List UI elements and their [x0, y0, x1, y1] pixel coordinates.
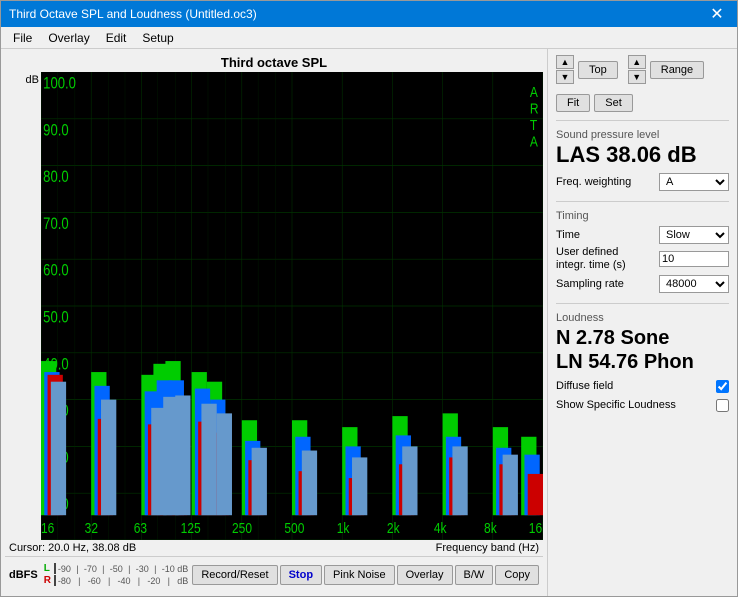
chart-svg: 100.0 90.0 80.0 70.0 60.0 50.0 40.0 30.0…	[41, 72, 543, 540]
spl-section: Sound pressure level LAS 38.06 dB	[556, 129, 729, 167]
svg-text:50.0: 50.0	[43, 309, 68, 327]
svg-text:60.0: 60.0	[43, 262, 68, 280]
range-button[interactable]: Range	[650, 61, 704, 79]
svg-text:A: A	[530, 133, 539, 150]
meter-L-label: L	[44, 563, 52, 574]
divider-2	[556, 201, 729, 202]
nav-controls: ▲ ▼ Top ▲ ▼ Range Fit Set	[556, 55, 729, 112]
svg-text:80.0: 80.0	[43, 169, 68, 187]
freq-label: Frequency band (Hz)	[436, 542, 539, 554]
title-bar: Third Octave SPL and Loudness (Untitled.…	[1, 1, 737, 27]
range-up-button[interactable]: ▲	[628, 55, 646, 69]
overlay-button[interactable]: Overlay	[397, 565, 453, 585]
spl-value: LAS 38.06 dB	[556, 143, 729, 167]
loudness-section-label: Loudness	[556, 312, 729, 324]
menu-bar: File Overlay Edit Setup	[1, 27, 737, 49]
main-window: Third Octave SPL and Loudness (Untitled.…	[0, 0, 738, 597]
svg-text:1k: 1k	[337, 520, 350, 537]
stop-button[interactable]: Stop	[280, 565, 322, 585]
show-specific-label: Show Specific Loudness	[556, 399, 676, 411]
record-reset-button[interactable]: Record/Reset	[192, 565, 277, 585]
menu-file[interactable]: File	[5, 29, 40, 46]
copy-button[interactable]: Copy	[495, 565, 539, 585]
diffuse-field-row: Diffuse field	[556, 380, 729, 393]
spl-section-label: Sound pressure level	[556, 129, 729, 141]
chart-title: Third octave SPL	[5, 53, 543, 72]
top-up-button[interactable]: ▲	[556, 55, 574, 69]
integr-label: User definedintegr. time (s)	[556, 246, 626, 272]
menu-overlay[interactable]: Overlay	[40, 29, 97, 46]
svg-text:A: A	[530, 83, 539, 100]
svg-text:R: R	[530, 100, 539, 117]
show-specific-row: Show Specific Loudness	[556, 399, 729, 412]
divider-3	[556, 303, 729, 304]
menu-setup[interactable]: Setup	[134, 29, 181, 46]
svg-text:500: 500	[284, 520, 304, 537]
svg-text:2k: 2k	[387, 520, 400, 537]
range-down-button[interactable]: ▼	[628, 70, 646, 84]
main-area: Third octave SPL dB	[1, 49, 737, 596]
svg-text:63: 63	[134, 520, 147, 537]
close-button[interactable]: ✕	[705, 2, 729, 26]
integr-row: User definedintegr. time (s) 10	[556, 246, 729, 272]
svg-text:8k: 8k	[484, 520, 497, 537]
bw-button[interactable]: B/W	[455, 565, 494, 585]
sampling-select[interactable]: 48000 44100 96000	[659, 275, 729, 293]
svg-text:T: T	[530, 117, 538, 134]
diffuse-field-label: Diffuse field	[556, 380, 613, 392]
dBFS-label: dBFS	[9, 569, 38, 581]
freq-weighting-label: Freq. weighting	[556, 176, 631, 188]
chart-area: Third octave SPL dB	[1, 49, 547, 596]
sampling-label: Sampling rate	[556, 278, 624, 290]
menu-edit[interactable]: Edit	[98, 29, 135, 46]
sampling-row: Sampling rate 48000 44100 96000	[556, 275, 729, 293]
time-row: Time Slow Fast Impulse	[556, 226, 729, 244]
integr-input[interactable]: 10	[659, 251, 729, 267]
svg-text:70.0: 70.0	[43, 216, 68, 234]
divider-1	[556, 120, 729, 121]
fit-button[interactable]: Fit	[556, 94, 590, 112]
window-title: Third Octave SPL and Loudness (Untitled.…	[9, 7, 257, 21]
top-button[interactable]: Top	[578, 61, 618, 79]
freq-weighting-row: Freq. weighting A B C Z	[556, 173, 729, 191]
right-panel: ▲ ▼ Top ▲ ▼ Range Fit Set	[547, 49, 737, 596]
top-down-button[interactable]: ▼	[556, 70, 574, 84]
cursor-info: Cursor: 20.0 Hz, 38.08 dB	[9, 542, 136, 554]
svg-text:125: 125	[181, 520, 201, 537]
timing-title: Timing	[556, 210, 729, 222]
freq-weighting-select[interactable]: A B C Z	[659, 173, 729, 191]
svg-text:32: 32	[85, 520, 98, 537]
show-specific-checkbox[interactable]	[716, 399, 729, 412]
time-label: Time	[556, 229, 580, 241]
loudness-value: N 2.78 Sone LN 54.76 Phon	[556, 326, 729, 374]
svg-text:16k: 16k	[529, 520, 543, 537]
set-button[interactable]: Set	[594, 94, 633, 112]
x-axis-info: Cursor: 20.0 Hz, 38.08 dB Frequency band…	[5, 540, 543, 556]
svg-text:4k: 4k	[434, 520, 447, 537]
svg-text:250: 250	[232, 520, 252, 537]
diffuse-field-checkbox[interactable]	[716, 380, 729, 393]
pink-noise-button[interactable]: Pink Noise	[324, 565, 395, 585]
chart-wrapper: dB	[5, 72, 543, 540]
svg-text:90.0: 90.0	[43, 122, 68, 140]
buttons-area: Record/Reset Stop Pink Noise Overlay B/W…	[192, 565, 539, 585]
svg-text:100.0: 100.0	[43, 75, 76, 93]
meter-R-label: R	[44, 575, 52, 586]
svg-text:16: 16	[41, 520, 54, 537]
bottom-bar: dBFS L -90 | -70 | -50 |	[5, 556, 543, 592]
loudness-section: Loudness N 2.78 Sone LN 54.76 Phon	[556, 312, 729, 374]
time-select[interactable]: Slow Fast Impulse	[659, 226, 729, 244]
timing-section: Timing Time Slow Fast Impulse User defin…	[556, 210, 729, 294]
y-label: dB	[7, 74, 39, 86]
